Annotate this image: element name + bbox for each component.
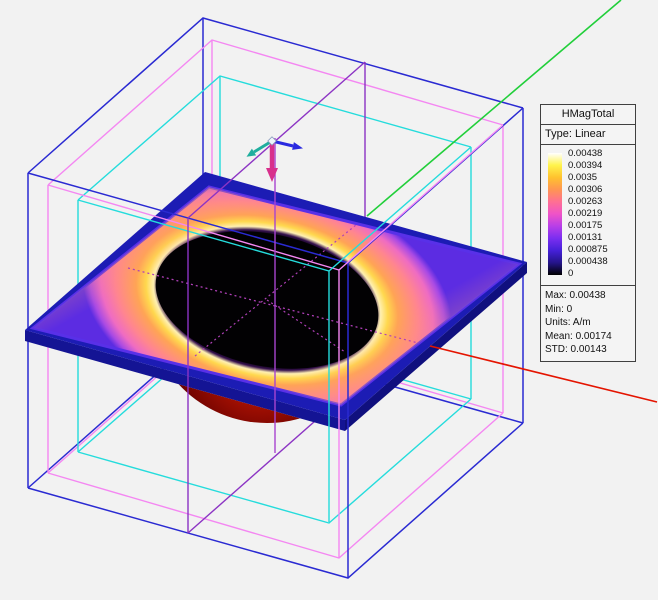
u-axis-arrow-icon [292, 142, 303, 150]
scale-tick: 0.00438 [568, 149, 634, 158]
scale-tick: 0.000875 [568, 245, 634, 254]
stat-std: STD: 0.00143 [545, 343, 631, 357]
scale-tick: 0.00175 [568, 221, 634, 230]
stat-mean: Mean: 0.00174 [545, 330, 631, 344]
scale-tick: 0.00306 [568, 185, 634, 194]
normal-arrow-icon [266, 168, 278, 182]
scale-tick: 0.00219 [568, 209, 634, 218]
scale-tick: 0 [568, 269, 634, 278]
scale-tick: 0.000438 [568, 257, 634, 266]
legend-scale-type: Type: Linear [541, 125, 635, 145]
field-plot-plane[interactable] [25, 172, 527, 431]
scale-tick: 0.00131 [568, 233, 634, 242]
stat-units: Units: A/m [545, 316, 631, 330]
scale-tick: 0.00263 [568, 197, 634, 206]
scale-tick: 0.00394 [568, 161, 634, 170]
stat-min: Min: 0 [545, 303, 631, 317]
legend-tick-labels: 0.00438 0.00394 0.0035 0.00306 0.00263 0… [568, 149, 634, 278]
simulation-viewport-window: HMagTotal Type: Linear 0.00438 0.00394 0… [0, 0, 658, 600]
legend-statistics: Max: 0.00438 Min: 0 Units: A/m Mean: 0.0… [541, 286, 635, 361]
legend-scale-area: 0.00438 0.00394 0.0035 0.00306 0.00263 0… [541, 145, 635, 286]
legend-title: HMagTotal [541, 105, 635, 125]
scale-tick: 0.0035 [568, 173, 634, 182]
legend-colorbar[interactable] [548, 153, 562, 275]
field-legend-panel[interactable]: HMagTotal Type: Linear 0.00438 0.00394 0… [540, 104, 636, 362]
stat-max: Max: 0.00438 [545, 289, 631, 303]
